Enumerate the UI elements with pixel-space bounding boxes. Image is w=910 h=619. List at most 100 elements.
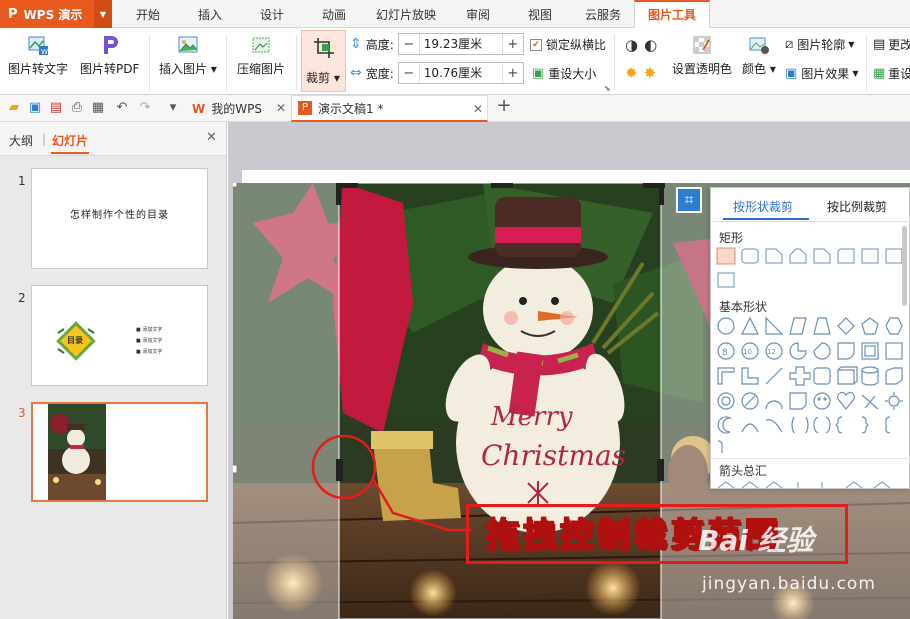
contrast-up-icon[interactable]: ◑ xyxy=(625,36,638,54)
open-folder-icon[interactable]: ▰ xyxy=(6,100,22,116)
close-icon[interactable]: ✕ xyxy=(276,101,286,115)
save-icon[interactable]: ▣ xyxy=(27,100,43,116)
reset-size-label: 重设大小 xyxy=(548,67,597,81)
reset-picture-icon: ▦ xyxy=(873,66,886,81)
outline-icon: ⧄ xyxy=(785,37,794,52)
pic-to-text-button[interactable]: W 图片转文字 xyxy=(8,34,68,77)
doc-tab-presentation[interactable]: P 演示文稿1 * ✕ xyxy=(291,95,488,122)
picture-outline-label: 图片轮廓 xyxy=(797,38,846,52)
print-preview-icon[interactable]: ▦ xyxy=(90,100,106,116)
height-stepper[interactable]: − 19.23厘米 + xyxy=(397,33,524,55)
tab-view[interactable]: 视图 xyxy=(516,0,564,28)
change-picture-button[interactable]: ▤ 更改 xyxy=(873,36,910,53)
tab-crop-by-shape[interactable]: 按形状裁剪 xyxy=(733,198,793,215)
snowman-thumbnail-image xyxy=(48,404,106,500)
slide-panel-header: 大纲 | 幻灯片 ✕ xyxy=(0,122,226,156)
picture-effect-button[interactable]: ▣ 图片效果 ▼ xyxy=(785,65,858,82)
crop-mode-icon[interactable]: ⌗ xyxy=(676,187,702,213)
doc-tab-my-wps[interactable]: W 我的WPS ✕ xyxy=(186,95,290,122)
width-stepper[interactable]: − 10.76厘米 + xyxy=(397,62,524,84)
slide-thumbnail-1[interactable]: 怎样制作个性的目录 xyxy=(31,168,208,269)
compress-picture-label: 压缩图片 xyxy=(237,62,286,76)
rectangle-shapes-grid[interactable] xyxy=(715,246,903,290)
watermark-url: jingyan.baidu.com xyxy=(702,574,876,594)
crop-button[interactable]: 裁剪 ▾ xyxy=(301,30,346,92)
slide-thumbnail-2[interactable]: 目录 ■ 添加文字 ■ 添加文字 ■ 添加文字 xyxy=(31,285,208,386)
svg-text:Merry: Merry xyxy=(490,402,573,432)
tab-animation[interactable]: 动画 xyxy=(310,0,358,28)
pic-to-pdf-label: 图片转PDF xyxy=(80,62,140,76)
chevron-down-icon: ▼ xyxy=(852,69,859,78)
undo-icon[interactable]: ↶ xyxy=(114,100,130,116)
close-icon[interactable]: ✕ xyxy=(473,102,483,116)
bullet-item: ■ 添加文字 xyxy=(136,349,163,355)
height-label: 高度: xyxy=(365,37,394,52)
plus-icon[interactable]: + xyxy=(503,63,523,83)
section-arrows: 箭头总汇 xyxy=(719,464,768,478)
chevron-down-icon[interactable]: ▼ xyxy=(94,0,112,28)
tab-design[interactable]: 设计 xyxy=(248,0,296,28)
lock-ratio-checkbox[interactable]: ✔ 锁定纵横比 xyxy=(530,36,606,53)
presentation-icon: P xyxy=(298,101,312,115)
width-input[interactable]: 10.76厘米 xyxy=(418,63,503,83)
active-tab-underline xyxy=(51,152,89,154)
width-icon: ⇔ xyxy=(350,65,362,81)
wps-w-icon: W xyxy=(192,101,206,116)
baidu-jingyan-watermark: Bai 经验 xyxy=(698,524,814,557)
flyout-scrollbar[interactable] xyxy=(902,226,907,306)
arrow-shapes-grid[interactable] xyxy=(715,480,903,490)
brightness-buttons[interactable]: ✹ ✸ xyxy=(625,64,656,82)
compress-picture-button[interactable]: 压缩图片 xyxy=(237,34,285,77)
minus-icon[interactable]: − xyxy=(399,34,419,54)
ribbon: W 图片转文字 图片转PDF 插入图片 ▾ 压缩图片 裁剪 ▾ ⇕ 高度: − … xyxy=(0,28,910,95)
quick-access-bar: ▰ ▣ ▤ ⎙ ▦ ↶ ↷ ▾ W 我的WPS ✕ P 演示文稿1 * ✕ + xyxy=(0,95,910,122)
basic-shapes-grid[interactable]: 8 10 12 xyxy=(715,316,903,456)
picture-text-icon: W xyxy=(28,36,48,56)
dialog-launcher-icon[interactable]: ⬊ xyxy=(604,84,611,93)
section-basic-shapes: 基本形状 xyxy=(719,300,768,314)
tab-cloud[interactable]: 云服务 xyxy=(576,0,630,28)
print-icon[interactable]: ⎙ xyxy=(69,100,85,116)
tab-home[interactable]: 开始 xyxy=(124,0,172,28)
tab-review[interactable]: 审阅 xyxy=(454,0,502,28)
shape-label-8: 8 xyxy=(722,348,728,358)
tab-picture-tools[interactable]: 图片工具 xyxy=(634,0,710,29)
set-transparent-button[interactable]: 设置透明色 xyxy=(672,34,732,77)
new-tab-icon[interactable]: + xyxy=(496,97,512,115)
reset-picture-label: 重设 xyxy=(888,67,910,81)
reset-picture-button[interactable]: ▦ 重设 xyxy=(873,65,910,82)
checkmark-icon[interactable]: ✔ xyxy=(530,38,542,51)
export-pdf-icon[interactable]: ▤ xyxy=(48,100,64,116)
plus-icon[interactable]: + xyxy=(503,34,523,54)
height-row: ⇕ 高度: − 19.23厘米 + xyxy=(350,33,524,55)
insert-picture-button[interactable]: 插入图片 ▾ xyxy=(159,34,217,77)
tab-outline[interactable]: 大纲 xyxy=(9,132,33,149)
active-tab-underline xyxy=(723,218,809,220)
tab-slides[interactable]: 幻灯片 xyxy=(52,132,88,149)
tab-crop-by-ratio[interactable]: 按比例裁剪 xyxy=(827,198,887,215)
close-icon[interactable]: ✕ xyxy=(206,130,217,145)
tab-slideshow[interactable]: 幻灯片放映 xyxy=(368,0,444,28)
compress-picture-icon xyxy=(252,37,270,53)
brightness-down-icon[interactable]: ✸ xyxy=(644,64,657,82)
change-picture-icon: ▤ xyxy=(873,37,886,52)
height-input[interactable]: 19.23厘米 xyxy=(418,34,503,54)
insert-picture-icon xyxy=(178,36,198,53)
minus-icon[interactable]: − xyxy=(399,63,419,83)
app-menu-button[interactable]: P WPS 演示 ▼ xyxy=(0,0,112,28)
brightness-up-icon[interactable]: ✹ xyxy=(625,64,638,82)
slide-thumbnail-3[interactable] xyxy=(31,402,208,502)
reset-size-button[interactable]: ▣ 重设大小 xyxy=(532,65,596,82)
tab-insert[interactable]: 插入 xyxy=(186,0,234,28)
color-icon xyxy=(749,37,769,54)
effect-icon: ▣ xyxy=(785,66,798,81)
customize-icon[interactable]: ▾ xyxy=(165,100,181,116)
contrast-buttons[interactable]: ◑ ◐ xyxy=(625,36,657,54)
contrast-down-icon[interactable]: ◐ xyxy=(644,36,657,54)
redo-icon[interactable]: ↷ xyxy=(137,100,153,116)
color-button[interactable]: 颜色 ▾ xyxy=(742,34,776,77)
divider xyxy=(296,34,297,90)
width-row: ⇔ 宽度: − 10.76厘米 + xyxy=(350,62,524,84)
pic-to-pdf-button[interactable]: 图片转PDF xyxy=(80,34,139,77)
picture-outline-button[interactable]: ⧄ 图片轮廓 ▼ xyxy=(785,36,854,53)
